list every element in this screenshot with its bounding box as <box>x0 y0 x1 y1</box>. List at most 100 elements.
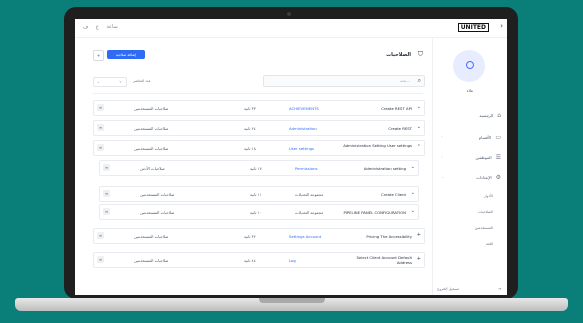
home-icon: ⌂ <box>497 112 501 119</box>
laptop-frame: ساعة ع ف UNITED › علاء الرئيسية ⌂ ‹ الأق… <box>64 7 518 299</box>
sidebar-item-label: الموظفين <box>475 155 492 160</box>
avatar[interactable] <box>453 50 485 82</box>
row-link[interactable]: Permissions <box>295 166 317 171</box>
sidebar-subitem[interactable]: اللغة <box>486 242 493 246</box>
sidebar-item-label: الإعدادات <box>475 175 492 180</box>
row-title: Administration setting <box>363 166 406 171</box>
row-title: Create REST API <box>381 106 412 111</box>
row-cell: صلاحيات المستخدمين <box>134 234 169 239</box>
menu-icon[interactable]: ≡ <box>97 104 104 111</box>
sidebar-subitem[interactable]: الصلاحيات <box>478 210 493 214</box>
row-cell: مجموعة التعديلات <box>295 192 324 197</box>
sidebar-subitem[interactable]: الأدوار <box>484 194 493 198</box>
table-row[interactable]: ≡ صلاحيات المستخدمين ٣٣ ثانية ACHIEVEMEN… <box>93 100 425 116</box>
table-row[interactable]: ≡ صلاحيات المستخدمين ٤٤ ثانية Log Select… <box>93 252 425 268</box>
add-permission-button[interactable]: إضافة صلاحية <box>107 50 145 59</box>
row-cell: صلاحيات المستخدمين <box>140 210 175 215</box>
table-row[interactable]: ≡ صلاحيات المستخدمين ٣٢ ثانية Settings A… <box>93 228 425 244</box>
sidebar: علاء الرئيسية ⌂ ‹ الأقسام ▭ ‹ الموظفين ☰… <box>432 38 507 295</box>
chevron-down-icon: ⌄ <box>441 174 445 179</box>
chevron-down-icon[interactable]: ⌄ <box>411 164 415 170</box>
row-title: Administration Setting User settings <box>343 143 412 148</box>
row-cell: ١٨ ثانية <box>244 146 256 151</box>
folder-icon: ▭ <box>495 134 501 141</box>
sidebar-item-departments[interactable]: الأقسام ▭ <box>479 134 501 141</box>
sidebar-item-home[interactable]: الرئيسية ⌂ <box>479 112 501 119</box>
menu-icon[interactable]: ≡ <box>97 256 104 263</box>
sidebar-item-settings[interactable]: الإعدادات ⚙ <box>476 174 501 181</box>
brand-logo: UNITED <box>457 23 489 32</box>
plus-icon[interactable]: + <box>417 256 421 262</box>
chevron-down-icon[interactable]: ⌄ <box>411 208 415 214</box>
chevron-up-icon[interactable]: ⌃ <box>417 144 421 150</box>
topbar-item[interactable]: ف <box>83 24 88 30</box>
nested-row[interactable]: ≡ صلاحيات الأدمن ١٧ ثانية Permissions Ad… <box>99 160 419 176</box>
chevron-down-icon[interactable]: ⌄ <box>417 124 421 130</box>
page-size-label: عدد العناصر <box>133 79 151 83</box>
sidebar-subitem[interactable]: المستخدمين <box>475 226 493 230</box>
topbar-left: ساعة ع ف <box>83 24 124 30</box>
search-placeholder: بحث... <box>399 78 410 83</box>
sidebar-item-employees[interactable]: الموظفين ☰ <box>475 154 501 161</box>
menu-icon[interactable]: ≡ <box>103 208 110 215</box>
search-input[interactable]: بحث... ⌕ <box>263 75 425 87</box>
chevron-down-icon[interactable]: ⌄ <box>417 104 421 110</box>
user-name: علاء <box>466 88 474 93</box>
search-icon: ⌕ <box>417 77 421 84</box>
nested-row[interactable]: ≡ صلاحيات المستخدمين ١٠ ثانية مجموعة الت… <box>99 204 419 220</box>
row-cell: صلاحيات المستخدمين <box>134 146 169 151</box>
nested-row[interactable]: ≡ صلاحيات المستخدمين ١١ ثانية مجموعة الت… <box>99 186 419 202</box>
chevron-left-icon: ‹ <box>441 154 443 159</box>
row-cell: ٣٢ ثانية <box>244 234 256 239</box>
plus-icon[interactable]: + <box>417 232 421 238</box>
main-content: + إضافة صلاحية الصلاحيات ⛉ ⌄ ١٠ عدد العن… <box>85 38 425 295</box>
topbar-item[interactable]: ع <box>96 24 99 30</box>
row-link[interactable]: ACHIEVEMENTS <box>289 106 319 111</box>
row-cell: ١١ ثانية <box>250 192 262 197</box>
row-link[interactable]: Log <box>289 258 296 263</box>
row-cell: صلاحيات الأدمن <box>140 166 165 171</box>
row-cell: ١٧ ثانية <box>250 166 262 171</box>
logout-button[interactable]: تسجيل الخروج ⇥ <box>437 287 501 291</box>
shield-icon: ⛉ <box>417 50 423 58</box>
chevron-left-icon: ‹ <box>441 134 443 139</box>
list-icon: ☰ <box>495 154 501 161</box>
row-cell: صلاحيات المستخدمين <box>134 106 169 111</box>
row-cell: ٣٣ ثانية <box>244 106 256 111</box>
row-cell: ٢٤ ثانية <box>244 126 256 131</box>
row-title: Create REST <box>388 126 412 131</box>
row-cell: ١٠ ثانية <box>250 210 262 215</box>
row-link[interactable]: Administration <box>289 126 317 131</box>
menu-icon[interactable]: ≡ <box>97 124 104 131</box>
top-bar: ساعة ع ف UNITED › <box>75 19 507 38</box>
row-title: Pricing The Accessibility <box>366 234 412 239</box>
row-link[interactable]: User settings <box>289 146 314 151</box>
menu-icon[interactable]: ≡ <box>103 164 110 171</box>
menu-icon[interactable]: ≡ <box>97 232 104 239</box>
add-icon-button[interactable]: + <box>93 50 104 61</box>
laptop-base <box>15 298 568 311</box>
row-cell: صلاحيات المستخدمين <box>140 192 175 197</box>
menu-icon[interactable]: ≡ <box>97 144 104 151</box>
camera-icon <box>287 12 291 16</box>
table-row-expanded[interactable]: ≡ صلاحيات المستخدمين ١٨ ثانية User setti… <box>93 140 425 156</box>
row-cell: صلاحيات المستخدمين <box>134 126 169 131</box>
page-size-value: ١٠ <box>119 80 123 84</box>
topbar-item[interactable]: ساعة <box>106 24 117 30</box>
page-title: الصلاحيات <box>386 52 411 58</box>
table-row[interactable]: ≡ صلاحيات المستخدمين ٢٤ ثانية Administra… <box>93 120 425 136</box>
logout-label: تسجيل الخروج <box>437 287 459 291</box>
row-title: PIPELINE PANEL CONFIGURATION <box>343 210 406 215</box>
row-cell: مجموعة التعديلات <box>295 210 324 215</box>
row-title: Select Client Account Default Address <box>356 255 412 265</box>
row-link[interactable]: Settings Account <box>289 234 321 239</box>
sidebar-item-label: الأقسام <box>478 135 492 140</box>
chevron-right-icon[interactable]: › <box>500 22 503 30</box>
row-cell: ٤٤ ثانية <box>244 258 256 263</box>
sidebar-item-label: الرئيسية <box>479 113 494 118</box>
row-cell: صلاحيات المستخدمين <box>134 258 169 263</box>
page-size-select[interactable]: ⌄ ١٠ <box>93 77 127 87</box>
menu-icon[interactable]: ≡ <box>103 190 110 197</box>
app-screen: ساعة ع ف UNITED › علاء الرئيسية ⌂ ‹ الأق… <box>75 19 507 295</box>
chevron-down-icon[interactable]: ⌄ <box>411 190 415 196</box>
